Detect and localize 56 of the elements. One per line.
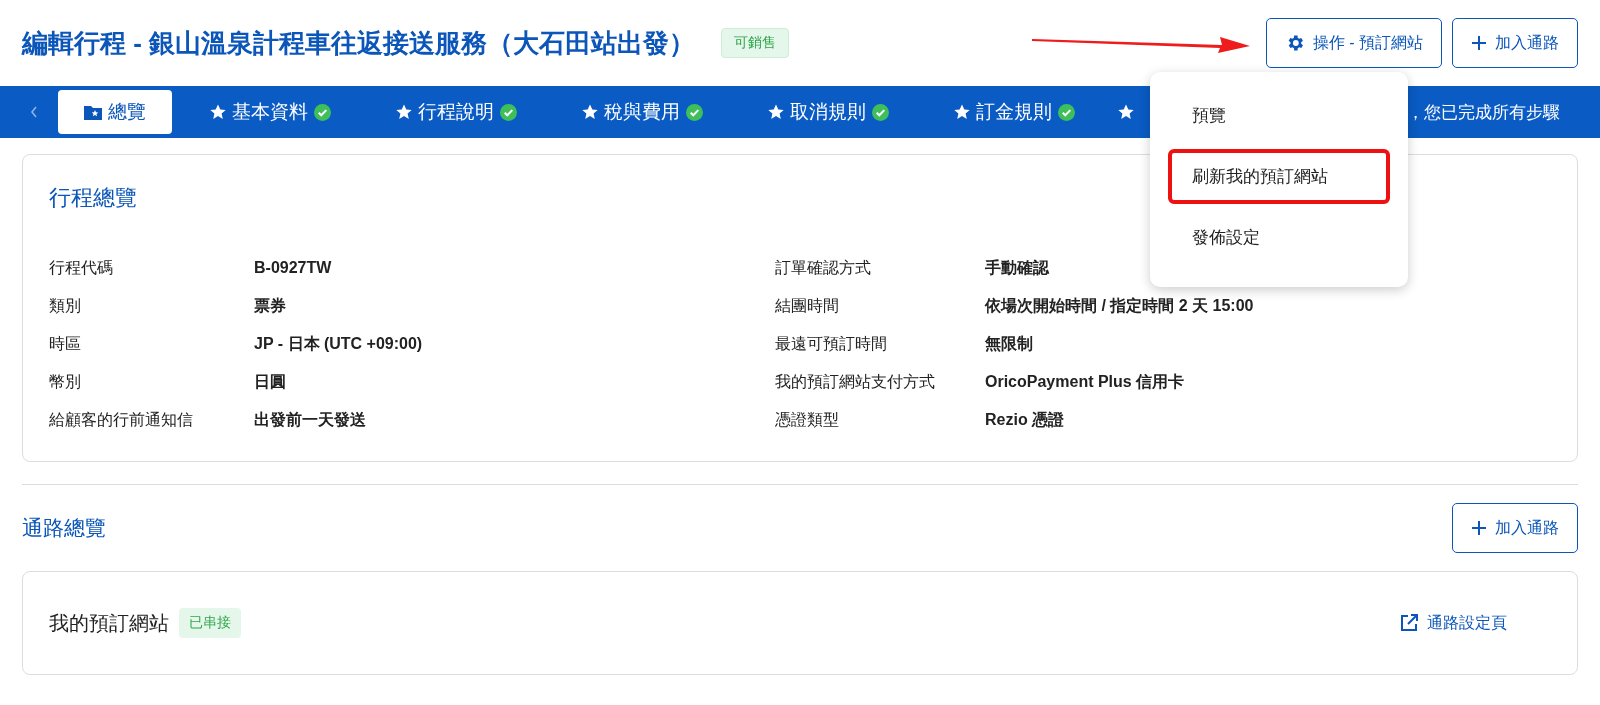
field-label: 我的預訂網站支付方式 [775,371,936,392]
status-badge: 已串接 [179,608,241,638]
scroll-left-icon[interactable] [30,106,38,118]
field-value: 票券 [254,295,286,316]
field-label: 給顧客的行前通知信 [49,409,194,430]
check-circle-icon [1058,103,1075,121]
section-title: 行程總覽 [49,184,138,212]
external-link-icon [1399,613,1419,633]
field-value: OricoPayment Plus 信用卡 [985,371,1185,392]
page-title: 編輯行程 - 銀山溫泉計程車往返接送服務（大石田站出發） [22,26,696,60]
plus-icon [1471,35,1487,51]
field-value: 手動確認 [985,257,1049,278]
channel-settings-link[interactable]: 通路設定頁 [1399,612,1507,634]
step-tab[interactable]: 訂金規則 [932,90,1097,134]
field-label: 幣別 [49,371,82,392]
star-icon [210,104,226,120]
field-label: 時區 [49,333,82,354]
field-label: 憑證類型 [775,409,840,430]
add-channel-button[interactable]: 加入通路 [1452,18,1578,68]
add-channel-button[interactable]: 加入通路 [1452,503,1578,553]
completion-note: ，您已完成所有步驟 [1407,101,1560,124]
field-value: B-0927TW [254,259,332,277]
field-label: 類別 [49,295,82,316]
step-tab[interactable]: 基本資料 [188,90,353,134]
field-label: 訂單確認方式 [775,257,872,278]
folder-star-icon [84,104,102,120]
actions-button[interactable]: 操作 - 預訂網站 [1265,18,1442,68]
menu-item[interactable]: 刷新我的預訂網站 [1168,149,1390,204]
check-circle-icon [500,103,517,121]
star-icon [582,104,598,120]
star-icon [396,104,412,120]
channel-name: 我的預訂網站 [49,610,169,636]
field-label: 最遠可預訂時間 [775,333,888,354]
field-value: Rezio 憑證 [985,409,1065,430]
step-tab[interactable]: 取消規則 [746,90,911,134]
star-icon [954,104,970,120]
plus-icon [1471,520,1487,536]
section-title: 通路總覽 [22,515,106,541]
menu-item[interactable]: 發佈設定 [1168,210,1390,265]
field-label: 結團時間 [775,295,840,316]
field-value: JP - 日本 (UTC +09:00) [254,333,423,354]
check-circle-icon [686,103,703,121]
field-value: 日圓 [254,371,286,392]
status-badge: 可銷售 [721,28,790,58]
step-tab[interactable]: 總覽 [58,90,172,134]
field-value: 無限制 [985,333,1033,354]
star-icon [768,104,784,120]
check-circle-icon [314,103,331,121]
menu-item[interactable]: 預覽 [1168,88,1390,143]
step-tab[interactable]: 稅與費用 [560,90,725,134]
field-value: 出發前一天發送 [254,409,366,430]
step-tab[interactable]: 行程說明 [374,90,539,134]
check-circle-icon [872,103,889,121]
field-value: 依場次開始時間 / 指定時間 2 天 15:00 [985,295,1254,316]
star-icon [1118,104,1134,120]
field-label: 行程代碼 [49,257,114,278]
